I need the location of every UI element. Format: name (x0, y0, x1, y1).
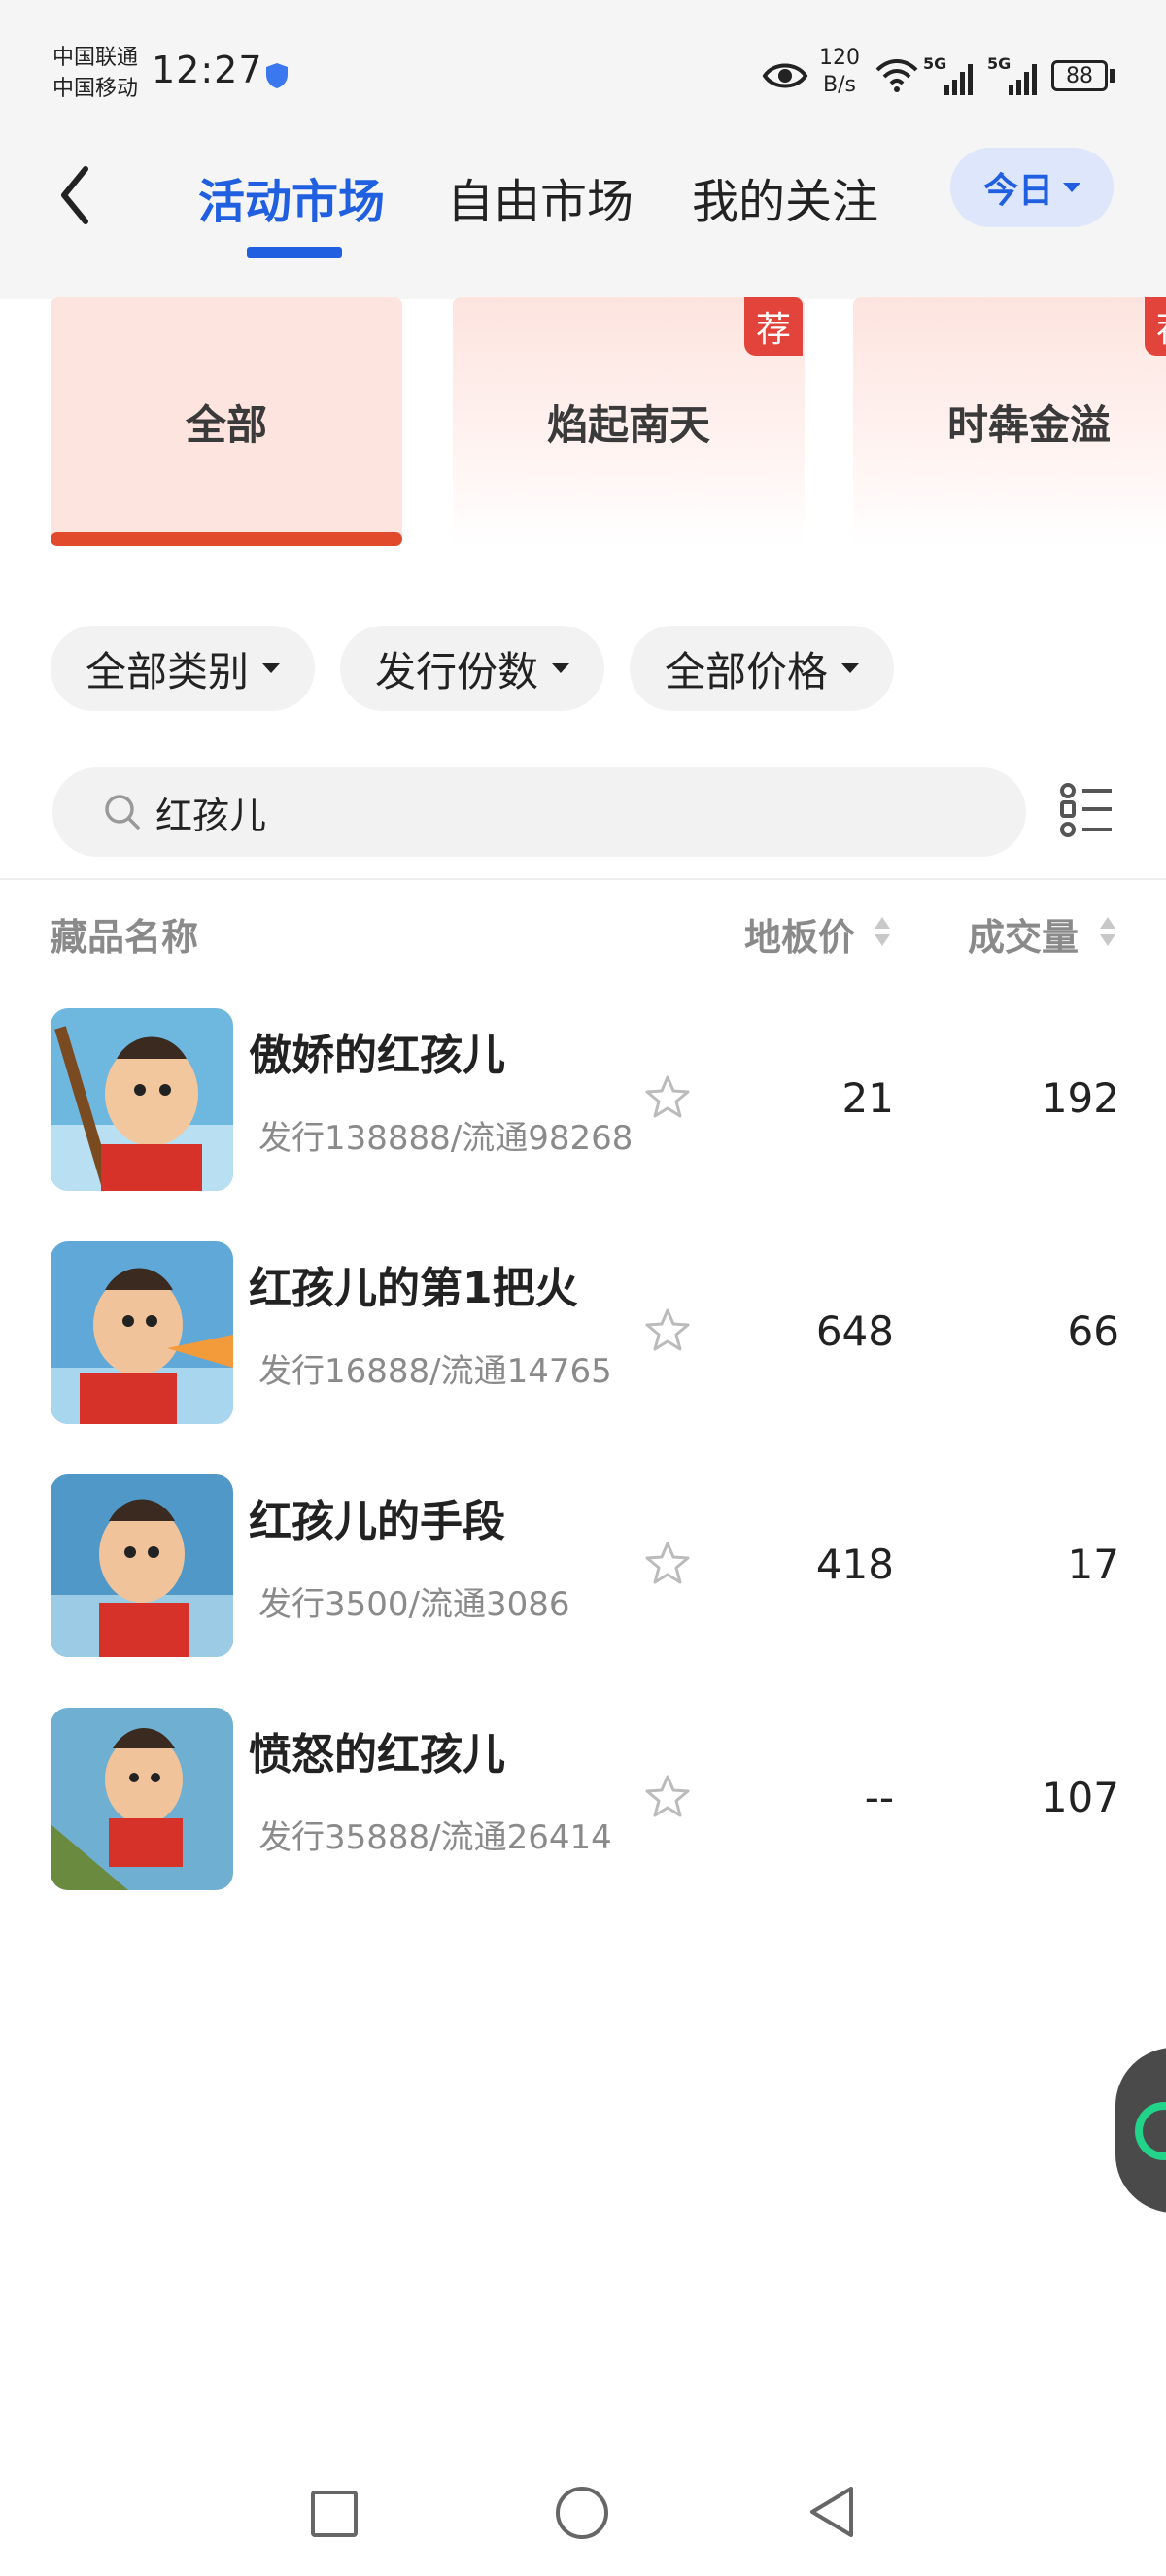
home-icon[interactable] (556, 2487, 608, 2539)
tab-free-market[interactable]: 自由市场 (447, 163, 634, 231)
star-icon[interactable] (645, 1774, 690, 1818)
search-bar (52, 767, 1026, 857)
caret-down-icon (841, 663, 859, 673)
recommend-badge: 荐 (744, 297, 803, 356)
battery-icon: 88 (1051, 60, 1108, 91)
shield-icon (266, 63, 288, 88)
category-selected-indicator (51, 532, 402, 546)
list-view-icon[interactable] (1059, 781, 1114, 839)
item-floor-price: 21 (841, 1074, 894, 1122)
recent-apps-icon[interactable] (311, 2491, 358, 2537)
item-thumbnail (51, 1474, 233, 1657)
status-bar: 中国联通 中国移动 12:27 120 B/s 5G 5G 88 (0, 0, 1166, 146)
battery-tip (1110, 69, 1115, 83)
signal-icon-2 (1009, 64, 1037, 95)
eye-icon (762, 63, 808, 88)
category-card-all[interactable]: 全部 (51, 297, 402, 546)
item-thumbnail (51, 1708, 233, 1890)
category-label: 全部 (185, 400, 267, 449)
header-volume[interactable]: 成交量 (968, 907, 1079, 961)
item-name: 傲娇的红孩儿 (249, 1031, 505, 1080)
clock: 12:27 (152, 49, 263, 91)
header-floor-price[interactable]: 地板价 (744, 907, 855, 961)
item-issue-info: 发行35888/流通26414 (258, 1818, 612, 1857)
item-volume: 192 (1041, 1074, 1119, 1122)
item-name: 愤怒的红孩儿 (249, 1730, 505, 1779)
tab-activity-market[interactable]: 活动市场 (198, 163, 385, 231)
filter-category[interactable]: 全部类别 (51, 626, 315, 711)
system-nav-bar (0, 2448, 1166, 2576)
category-card-shiben-jinyi[interactable]: 时犇金溢 (853, 297, 1166, 546)
star-icon[interactable] (645, 1074, 690, 1119)
filter-price[interactable]: 全部价格 (630, 626, 894, 711)
table-row[interactable]: 红孩儿的手段 发行3500/流通3086 418 17 (0, 1474, 1166, 1669)
sort-icon[interactable] (873, 915, 892, 948)
caret-down-icon (262, 663, 280, 673)
tab-my-follows[interactable]: 我的关注 (692, 163, 878, 231)
item-issue-info: 发行138888/流通98268 (258, 1119, 634, 1158)
carrier-2: 中国移动 (52, 77, 139, 101)
category-label: 时犇金溢 (946, 400, 1111, 449)
item-volume: 107 (1041, 1774, 1119, 1821)
search-icon (105, 795, 140, 830)
star-icon[interactable] (645, 1307, 690, 1352)
filter-issue-count[interactable]: 发行份数 (340, 626, 604, 711)
item-thumbnail (51, 1008, 233, 1191)
item-volume: 66 (1067, 1307, 1119, 1355)
table-row[interactable]: 愤怒的红孩儿 发行35888/流通26414 -- 107 (0, 1708, 1166, 1902)
item-floor-price: 648 (815, 1307, 894, 1355)
net-speed-unit: B/s (823, 73, 856, 97)
filter-label: 全部类别 (85, 647, 249, 695)
floating-assistant-button[interactable] (1115, 2048, 1166, 2213)
back-arrow-icon[interactable] (51, 159, 99, 231)
active-tab-indicator (247, 247, 342, 258)
star-icon[interactable] (645, 1541, 690, 1585)
period-dropdown[interactable]: 今日 (950, 148, 1114, 227)
caret-down-icon (552, 663, 569, 673)
wifi-icon (875, 59, 918, 92)
item-floor-price: 418 (815, 1541, 894, 1588)
header: 活动市场 自由市场 我的关注 今日 (0, 146, 1166, 299)
net-speed: 120 B/s (818, 45, 861, 103)
period-label: 今日 (982, 171, 1053, 211)
item-floor-price: -- (864, 1774, 894, 1821)
table-row[interactable]: 红孩儿的第1把火 发行16888/流通14765 648 66 (0, 1241, 1166, 1436)
assistant-icon (1135, 2102, 1166, 2160)
item-volume: 17 (1067, 1541, 1119, 1588)
signal-icon-1 (944, 64, 973, 95)
filter-label: 全部价格 (664, 647, 828, 695)
back-icon[interactable] (805, 2483, 857, 2541)
category-label: 焰起南天 (546, 400, 710, 449)
item-issue-info: 发行16888/流通14765 (258, 1352, 612, 1391)
item-issue-info: 发行3500/流通3086 (258, 1585, 570, 1624)
item-name: 红孩儿的手段 (249, 1497, 505, 1546)
item-name: 红孩儿的第1把火 (249, 1264, 578, 1313)
recommend-badge: 荐 (1145, 297, 1166, 356)
net-speed-value: 120 (819, 46, 860, 70)
battery-level: 88 (1066, 63, 1093, 88)
filter-label: 发行份数 (374, 647, 538, 695)
item-thumbnail (51, 1241, 233, 1424)
divider (0, 878, 1166, 880)
header-item-name: 藏品名称 (51, 916, 199, 959)
caret-down-icon (1063, 183, 1080, 192)
carrier-1: 中国联通 (52, 46, 139, 70)
sort-icon[interactable] (1098, 915, 1117, 948)
carrier-names: 中国联通 中国移动 (52, 43, 138, 105)
table-row[interactable]: 傲娇的红孩儿 发行138888/流通98268 21 192 (0, 1008, 1166, 1203)
search-input[interactable] (155, 767, 991, 857)
